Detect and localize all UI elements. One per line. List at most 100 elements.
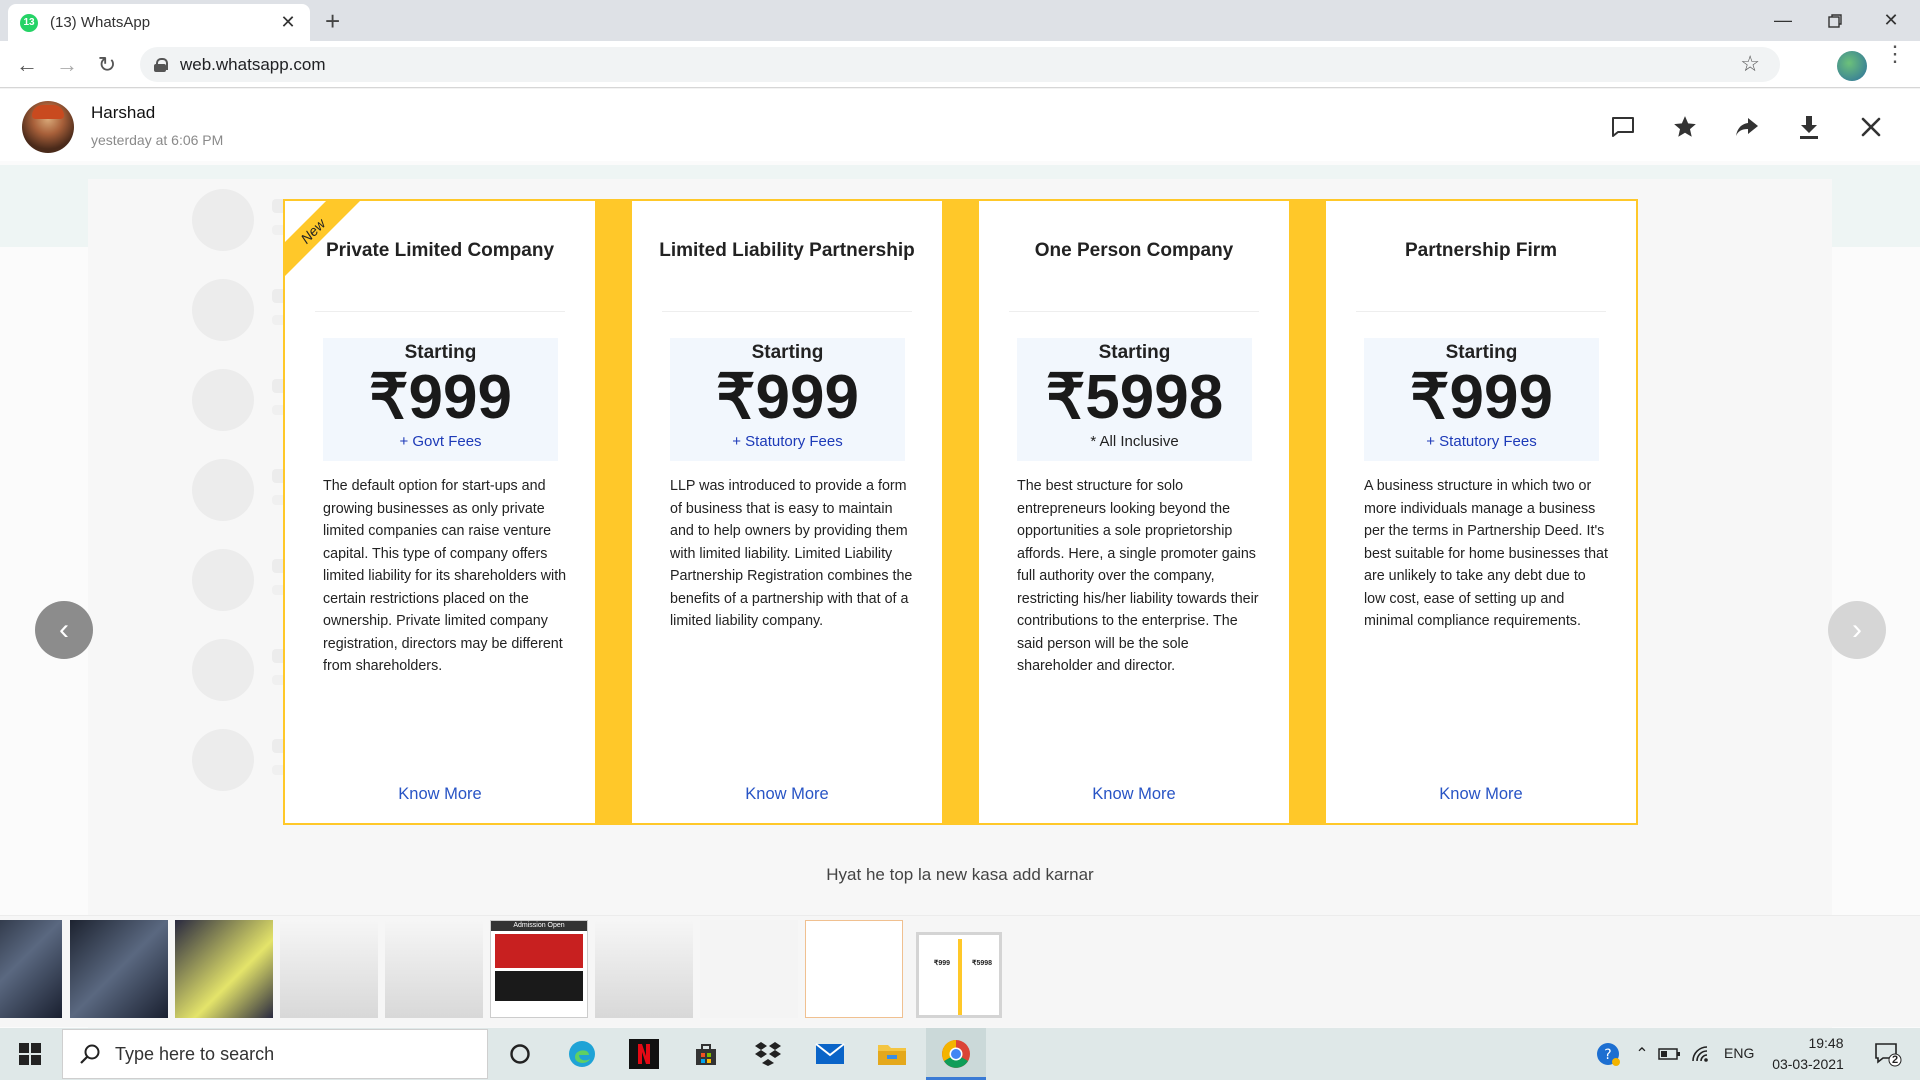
- card-description: A business structure in which two or mor…: [1364, 478, 1608, 629]
- search-placeholder: Type here to search: [115, 1043, 275, 1064]
- card-divider: [1009, 311, 1259, 312]
- next-arrow-icon[interactable]: ›: [1828, 601, 1886, 659]
- cortana-icon[interactable]: [500, 1034, 540, 1074]
- thumbnail-strip: Admission Open ₹999 ₹5998: [0, 915, 1920, 1027]
- card-description: The best structure for solo entrepreneur…: [1017, 478, 1259, 674]
- media-caption: Hyat he top la new kasa add karnar: [826, 865, 1094, 884]
- fees-note: + Statutory Fees: [1426, 433, 1537, 450]
- back-icon[interactable]: ←: [12, 50, 42, 80]
- netflix-icon[interactable]: [624, 1034, 664, 1074]
- price-value: ₹999: [1410, 363, 1553, 432]
- chrome-icon[interactable]: [936, 1034, 976, 1074]
- whatsapp-favicon-icon: 13: [20, 13, 38, 32]
- notifications-icon[interactable]: 2: [1868, 1034, 1908, 1074]
- reload-icon[interactable]: ↻: [92, 50, 122, 80]
- starting-label: Starting: [751, 342, 824, 363]
- mini-card: ₹5998: [963, 943, 999, 1015]
- tab-title: (13) WhatsApp: [50, 14, 151, 31]
- thumbnail[interactable]: [0, 920, 62, 1018]
- store-icon[interactable]: [686, 1034, 726, 1074]
- card-description: The default option for start-ups and gro…: [323, 478, 567, 674]
- card-divider: [1356, 311, 1606, 312]
- previous-arrow-icon[interactable]: ‹: [35, 601, 93, 659]
- price-box: Starting ₹999 + Govt Fees: [323, 338, 558, 461]
- media-image: New Private Limited Company Starting ₹99…: [283, 199, 1638, 825]
- yellow-separator: [942, 201, 979, 823]
- tab-close-icon[interactable]: ✕: [278, 12, 298, 33]
- profile-avatar[interactable]: [1837, 51, 1867, 81]
- price-box: Starting ₹999 + Statutory Fees: [670, 338, 905, 461]
- url-text: web.whatsapp.com: [180, 54, 326, 74]
- file-explorer-icon[interactable]: [872, 1034, 912, 1074]
- starting-label: Starting: [1445, 342, 1518, 363]
- pricing-card: New Private Limited Company Starting ₹99…: [285, 201, 595, 823]
- thumbnail[interactable]: [805, 920, 903, 1018]
- fees-note: + Statutory Fees: [732, 433, 843, 450]
- browser-menu-icon[interactable]: ⋮: [1884, 43, 1906, 65]
- download-icon[interactable]: [1795, 113, 1823, 141]
- thumbnail[interactable]: [700, 920, 798, 1018]
- svg-text:?: ?: [1604, 1047, 1611, 1063]
- clock-date[interactable]: 03-03-2021: [1770, 1056, 1846, 1072]
- card-title: One Person Company: [1034, 240, 1234, 261]
- yellow-separator: [595, 201, 632, 823]
- fees-note: * All Inclusive: [1090, 433, 1179, 450]
- address-bar: ← → ↻ web.whatsapp.com ☆: [0, 41, 1920, 88]
- forward-icon[interactable]: [1733, 113, 1761, 141]
- thumbnail[interactable]: [595, 920, 693, 1018]
- sender-name[interactable]: Harshad: [91, 103, 155, 123]
- sender-avatar[interactable]: [22, 101, 74, 153]
- edge-icon[interactable]: [562, 1034, 602, 1074]
- new-tab-icon[interactable]: +: [325, 6, 340, 37]
- know-more-link: Know More: [398, 785, 482, 803]
- maximize-icon[interactable]: [1806, 0, 1864, 41]
- price-value: ₹999: [369, 363, 512, 432]
- card-divider: [662, 311, 912, 312]
- media-viewer: Harshad yesterday at 6:06 PM New Private…: [0, 89, 1920, 1029]
- search-icon: [80, 1044, 100, 1064]
- know-more-link: Know More: [745, 785, 829, 803]
- thumbnail-title: Admission Open: [491, 921, 587, 931]
- wifi-icon[interactable]: [1682, 1034, 1722, 1074]
- card-divider: [315, 311, 565, 312]
- thumbnail-selected[interactable]: ₹999 ₹5998: [916, 932, 1002, 1018]
- clock-time[interactable]: 19:48: [1788, 1035, 1864, 1051]
- mini-card: ₹999: [923, 943, 961, 1015]
- tab-whatsapp[interactable]: 13 (13) WhatsApp ✕: [8, 4, 310, 41]
- price-box: Starting ₹999 + Statutory Fees: [1364, 338, 1599, 461]
- thumbnail[interactable]: [175, 920, 273, 1018]
- price-box: Starting ₹5998 * All Inclusive: [1017, 338, 1252, 461]
- fees-note: + Govt Fees: [399, 433, 482, 450]
- thumbnail[interactable]: [280, 920, 378, 1018]
- mail-icon[interactable]: [810, 1034, 850, 1074]
- viewer-header: Harshad yesterday at 6:06 PM: [0, 89, 1920, 161]
- mini-separator: [958, 939, 962, 1015]
- pricing-card: Partnership Firm Starting ₹999 + Statuto…: [1326, 201, 1636, 823]
- bookmark-star-icon[interactable]: ☆: [1740, 51, 1760, 77]
- dropbox-icon[interactable]: [748, 1034, 788, 1074]
- sender-timestamp: yesterday at 6:06 PM: [91, 132, 224, 148]
- know-more-link: Know More: [1092, 785, 1176, 803]
- thumbnail[interactable]: [70, 920, 168, 1018]
- starting-label: Starting: [1098, 342, 1171, 363]
- star-icon[interactable]: [1671, 113, 1699, 141]
- price-value: ₹999: [716, 363, 859, 432]
- starting-label: Starting: [404, 342, 477, 363]
- minimize-icon[interactable]: —: [1754, 0, 1812, 41]
- thumbnail[interactable]: [385, 920, 483, 1018]
- forward-nav-icon[interactable]: →: [52, 50, 82, 80]
- message-icon[interactable]: [1609, 113, 1637, 141]
- lock-icon: [154, 57, 168, 72]
- pricing-card: One Person Company Starting ₹5998 * All …: [979, 201, 1289, 823]
- yellow-separator: [1289, 201, 1326, 823]
- browser-tabstrip: 13 (13) WhatsApp ✕ + — ✕: [0, 0, 1920, 41]
- windows-start-icon[interactable]: [0, 1028, 60, 1080]
- omnibox[interactable]: web.whatsapp.com ☆: [140, 47, 1780, 82]
- taskbar-search[interactable]: Type here to search: [62, 1029, 488, 1079]
- thumbnail-admission[interactable]: Admission Open: [490, 920, 588, 1018]
- card-description: LLP was introduced to provide a form of …: [670, 478, 913, 629]
- language-indicator[interactable]: ENG: [1724, 1045, 1754, 1061]
- price-value: ₹5998: [1045, 363, 1224, 432]
- window-close-icon[interactable]: ✕: [1862, 0, 1920, 41]
- close-icon[interactable]: [1857, 113, 1885, 141]
